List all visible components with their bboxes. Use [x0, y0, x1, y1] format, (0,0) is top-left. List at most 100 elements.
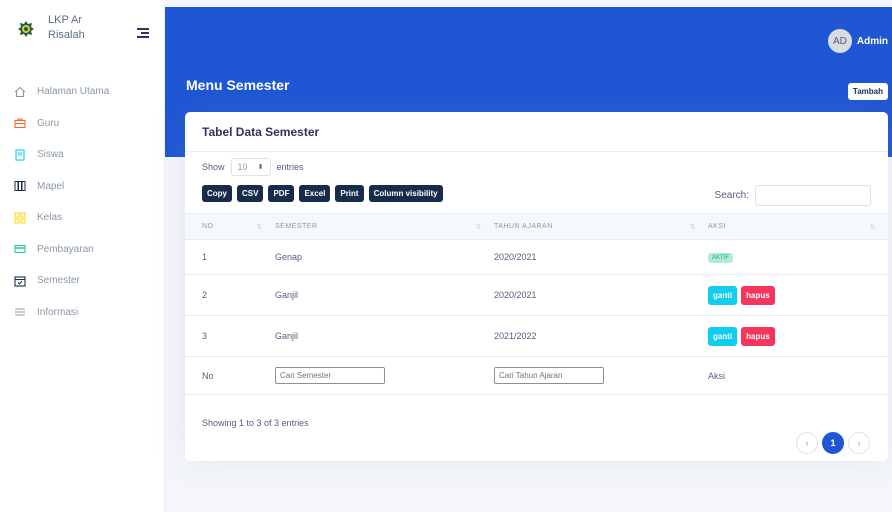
- card-title: Tabel Data Semester: [202, 125, 320, 139]
- home-icon: [14, 86, 26, 97]
- page-title: Menu Semester: [186, 77, 290, 93]
- sidebar-item-label: Halaman Utama: [37, 86, 110, 98]
- table-row: 2 Ganjil 2020/2021 ganti hapus: [185, 274, 888, 316]
- entries-select-value: 10: [237, 162, 248, 172]
- search-control: Search:: [715, 185, 871, 206]
- sidebar-item-label: Mapel: [37, 180, 65, 192]
- brand[interactable]: LKP Ar Risalah: [0, 0, 165, 52]
- sidebar: LKP Ar Risalah Halaman Utama Guru Siswa: [0, 0, 165, 512]
- search-label: Search:: [714, 190, 749, 201]
- search-input[interactable]: [755, 185, 871, 206]
- cell-no: 2: [185, 274, 275, 316]
- sidebar-item-label: Kelas: [37, 212, 63, 224]
- table-filter-row: No Aksi: [185, 356, 888, 395]
- length-control: Show 10 ⬍ entries: [202, 158, 304, 176]
- updown-icon: ⬍: [257, 164, 264, 171]
- copy-button[interactable]: Copy: [202, 185, 232, 202]
- sidebar-item-mapel[interactable]: Mapel: [0, 171, 165, 203]
- table-row: 1 Genap 2020/2021 AKTIF: [185, 239, 888, 275]
- column-header-aksi[interactable]: AKSI ⇅: [708, 213, 888, 240]
- column-header-semester[interactable]: SEMESTER ⇅: [275, 213, 494, 240]
- add-semester-button[interactable]: Tambah: [847, 83, 888, 100]
- column-visibility-button[interactable]: Column visibility: [368, 185, 443, 202]
- cell-semester: Ganjil: [275, 315, 494, 357]
- semester-filter-input[interactable]: [275, 367, 385, 384]
- sidebar-item-siswa[interactable]: Siswa: [0, 139, 165, 171]
- books-icon: [14, 181, 26, 192]
- status-badge: AKTIF: [708, 253, 734, 263]
- pdf-button[interactable]: PDF: [268, 185, 295, 202]
- cell-no: 3: [185, 315, 275, 357]
- avatar[interactable]: AD: [827, 29, 852, 53]
- cell-semester: Genap: [275, 239, 494, 275]
- sidebar-item-label: Semester: [37, 275, 80, 287]
- print-button[interactable]: Print: [335, 185, 364, 202]
- cell-tahun: 2020/2021: [494, 239, 708, 275]
- tahun-ajaran-filter-input[interactable]: [494, 367, 604, 384]
- cell-aksi: ganti hapus: [708, 274, 888, 316]
- column-header-label: NO: [202, 223, 214, 230]
- cell-no: 1: [185, 239, 275, 275]
- delete-button[interactable]: hapus: [741, 326, 775, 346]
- app-root: LKP Ar Risalah Halaman Utama Guru Siswa: [0, 0, 892, 512]
- username[interactable]: Admin: [857, 36, 888, 47]
- sort-icon: ⇅: [869, 224, 876, 231]
- csv-button[interactable]: CSV: [237, 185, 264, 202]
- sidebar-item-semester[interactable]: Semester: [0, 265, 165, 297]
- footer-aksi-label: Aksi: [708, 356, 888, 395]
- sort-icon: ⇅: [256, 224, 263, 231]
- column-header-label: AKSI: [708, 223, 726, 230]
- cell-tahun: 2021/2022: [494, 315, 708, 357]
- sidebar-item-label: Guru: [37, 117, 60, 129]
- column-header-no[interactable]: NO ⇅: [185, 213, 275, 240]
- column-header-label: TAHUN AJARAN: [494, 223, 553, 230]
- sidebar-nav: Halaman Utama Guru Siswa Mapel Kelas Pem…: [0, 76, 165, 328]
- cell-filter-semester: [275, 356, 494, 395]
- edit-button[interactable]: ganti: [708, 326, 738, 346]
- briefcase-icon: [14, 118, 26, 129]
- next-page-button[interactable]: ›: [848, 432, 870, 454]
- delete-button[interactable]: hapus: [741, 285, 775, 305]
- card-header: Tabel Data Semester: [185, 112, 888, 152]
- brand-name: LKP Ar Risalah: [48, 14, 85, 41]
- sidenav-toggle-icon[interactable]: [137, 28, 149, 38]
- sidebar-item-kelas[interactable]: Kelas: [0, 202, 165, 234]
- semester-table: NO ⇅ SEMESTER ⇅ TAHUN AJARAN ⇅ AKSI ⇅ 1 Gena…: [185, 213, 888, 395]
- table-info: Showing 1 to 3 of 3 entries: [202, 418, 309, 428]
- table-row: 3 Ganjil 2021/2022 ganti hapus: [185, 315, 888, 357]
- table-header-row: NO ⇅ SEMESTER ⇅ TAHUN AJARAN ⇅ AKSI ⇅: [185, 213, 888, 240]
- sidebar-item-halaman-utama[interactable]: Halaman Utama: [0, 76, 165, 108]
- cell-tahun: 2020/2021: [494, 274, 708, 316]
- length-show-label: Show: [202, 162, 225, 172]
- user-menu[interactable]: AD Admin: [827, 29, 892, 53]
- list-icon: [15, 308, 25, 316]
- excel-button[interactable]: Excel: [299, 185, 331, 202]
- sidebar-item-label: Informasi: [37, 306, 79, 318]
- page-1-button[interactable]: 1: [822, 432, 844, 454]
- sidebar-item-label: Siswa: [37, 149, 64, 161]
- pagination: ‹ 1 ›: [796, 432, 870, 454]
- cell-semester: Ganjil: [275, 274, 494, 316]
- sidebar-item-pembayaran[interactable]: Pembayaran: [0, 234, 165, 266]
- calendar-icon: [14, 276, 26, 287]
- export-buttons: Copy CSV PDF Excel Print Column visibili…: [202, 185, 443, 202]
- sidebar-item-guru[interactable]: Guru: [0, 108, 165, 140]
- cell-aksi: ganti hapus: [708, 315, 888, 357]
- cell-filter-tahun: [494, 356, 708, 395]
- column-header-tahun-ajaran[interactable]: TAHUN AJARAN ⇅: [494, 213, 708, 240]
- edit-button[interactable]: ganti: [708, 285, 738, 305]
- cell-aksi: AKTIF: [708, 239, 888, 275]
- sort-icon: ⇅: [689, 224, 696, 231]
- notebook-icon: [15, 149, 25, 161]
- sidebar-item-label: Pembayaran: [37, 243, 94, 255]
- grid-icon: [14, 212, 26, 224]
- previous-page-button[interactable]: ‹: [796, 432, 818, 454]
- length-entries-label: entries: [276, 162, 304, 172]
- entries-select[interactable]: 10 ⬍: [230, 158, 271, 176]
- semester-card: Tabel Data Semester Show 10 ⬍ entries Co…: [185, 112, 888, 461]
- credit-card-icon: [14, 245, 26, 254]
- sidebar-item-informasi[interactable]: Informasi: [0, 297, 165, 329]
- footer-no-label: No: [185, 356, 275, 395]
- sort-icon: ⇅: [475, 224, 482, 231]
- logo-icon: [18, 21, 34, 37]
